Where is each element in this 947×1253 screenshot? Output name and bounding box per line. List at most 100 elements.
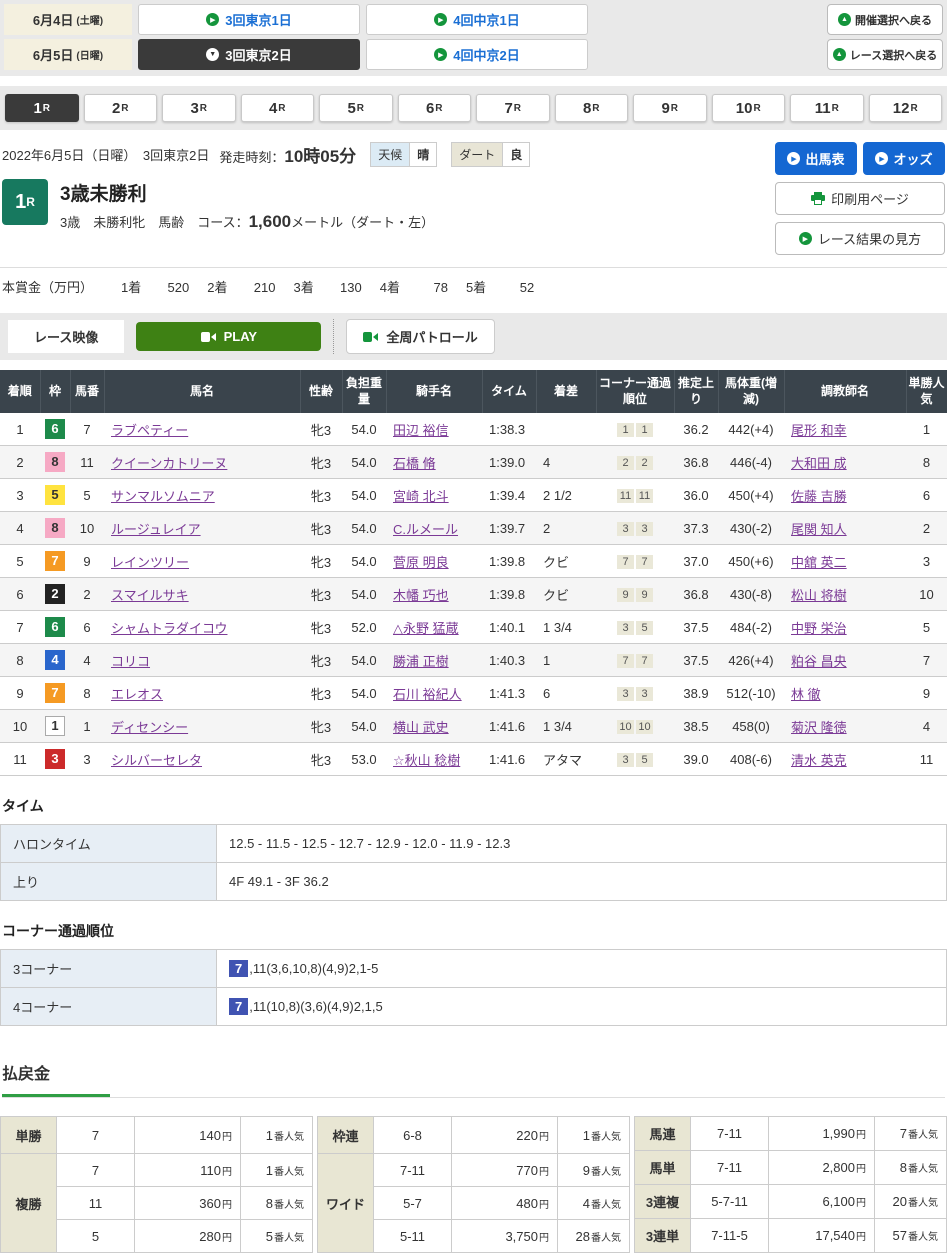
jockey-link[interactable]: 田辺 裕信 xyxy=(393,423,449,438)
meeting-button-chukyo2[interactable]: ▶ 4回中京2日 xyxy=(366,39,588,70)
horse-weight: 450(+4) xyxy=(718,479,784,512)
popularity: 57番人気 xyxy=(875,1219,947,1253)
payout-amount: 360円 xyxy=(135,1187,241,1220)
margin: 6 xyxy=(536,677,596,710)
payout-amount: 220円 xyxy=(452,1117,558,1154)
tab-1r[interactable]: 1R xyxy=(5,94,79,122)
horse-weight: 458(0) xyxy=(718,710,784,743)
trainer-link[interactable]: 尾形 和幸 xyxy=(791,423,847,438)
trainer-link[interactable]: 林 徹 xyxy=(791,687,821,702)
yen-suffix: 円 xyxy=(539,1233,549,1244)
jockey-link[interactable]: 菅原 明良 xyxy=(393,555,449,570)
column-header: 着順 xyxy=(0,370,40,413)
popularity: 5番人気 xyxy=(241,1220,313,1253)
prize-rank: 5着 xyxy=(466,280,486,295)
tab-4r[interactable]: 4R xyxy=(241,94,315,122)
corner-position: 2 xyxy=(617,456,634,470)
column-header: 枠 xyxy=(40,370,70,413)
meeting-button-tokyo2-selected[interactable]: ▼ 3回東京2日 xyxy=(138,39,360,70)
trainer-link[interactable]: 粕谷 昌央 xyxy=(791,654,847,669)
play-button[interactable]: PLAY xyxy=(136,322,321,351)
horse-name-link[interactable]: シルバーセレタ xyxy=(111,753,202,768)
horse-name-link[interactable]: エレオス xyxy=(111,687,163,702)
trainer-cell: 大和田 成 xyxy=(784,446,906,479)
horse-name-link[interactable]: クイーンカトリーヌ xyxy=(111,456,227,471)
jockey-link[interactable]: 石橋 脩 xyxy=(393,456,436,471)
weekday-text: (日曜) xyxy=(76,47,103,62)
tab-2r[interactable]: 2R xyxy=(84,94,158,122)
jockey-link[interactable]: 横山 武史 xyxy=(393,720,449,735)
jockey-link[interactable]: C.ルメール xyxy=(393,522,458,537)
horse-name-link[interactable]: レインツリー xyxy=(111,555,189,570)
tab-5r[interactable]: 5R xyxy=(319,94,393,122)
shutsuba-button[interactable]: ▶ 出馬表 xyxy=(775,142,857,175)
race-video-label[interactable]: レース映像 xyxy=(8,320,124,353)
odds-button[interactable]: ▶ オッズ xyxy=(863,142,945,175)
corner-order-cell: 1111 xyxy=(596,479,674,512)
tab-10r[interactable]: 10R xyxy=(712,94,786,122)
trainer-link[interactable]: 尾関 知人 xyxy=(791,522,847,537)
trainer-link[interactable]: 松山 将樹 xyxy=(791,588,847,603)
trainer-link[interactable]: 佐藤 吉勝 xyxy=(791,489,847,504)
tab-suffix: R xyxy=(671,103,678,114)
trainer-link[interactable]: 中舘 英二 xyxy=(791,555,847,570)
popularity: 1番人気 xyxy=(241,1117,313,1154)
finish-time: 1:41.6 xyxy=(482,743,536,776)
payout-row: 馬単7-112,800円8番人気 xyxy=(635,1151,947,1185)
yen-suffix: 円 xyxy=(539,1167,549,1178)
tab-3r[interactable]: 3R xyxy=(162,94,236,122)
tab-number: 11 xyxy=(815,100,831,117)
column-header: 馬番 xyxy=(70,370,104,413)
trainer-link[interactable]: 菊沢 隆徳 xyxy=(791,720,847,735)
shutsuba-label: 出馬表 xyxy=(805,149,844,168)
jockey-link[interactable]: 宮崎 北斗 xyxy=(393,489,449,504)
corner-position: 10 xyxy=(617,720,634,734)
horse-name-link[interactable]: ルージュレイア xyxy=(111,522,201,537)
back-to-meeting-select-button[interactable]: ▲ 開催選択へ戻る xyxy=(827,4,943,35)
trainer-link[interactable]: 大和田 成 xyxy=(791,456,847,471)
tab-6r[interactable]: 6R xyxy=(398,94,472,122)
jockey-link[interactable]: ☆秋山 稔樹 xyxy=(393,753,460,768)
tab-9r[interactable]: 9R xyxy=(633,94,707,122)
results-guide-button[interactable]: ▶ レース結果の見方 xyxy=(775,222,945,255)
table-row: 766シャムトラダイコウ牝352.0△永野 猛蔵1:40.11 3/43537.… xyxy=(0,611,947,644)
trainer-link[interactable]: 中野 栄治 xyxy=(791,621,847,636)
trainer-cell: 佐藤 吉勝 xyxy=(784,479,906,512)
race-title-block: 3歳未勝利 3歳 未勝利牝 馬齢 コース：1,600メートル（ダート・左） xyxy=(60,179,434,232)
horse-name-link[interactable]: スマイルサキ xyxy=(111,588,189,603)
horse-name-link[interactable]: シャムトラダイコウ xyxy=(111,621,227,636)
jockey-link[interactable]: 勝浦 正樹 xyxy=(393,654,449,669)
meeting-label: 4回中京1日 xyxy=(453,10,519,29)
horse-name-link[interactable]: サンマルソムニア xyxy=(111,489,215,504)
arrow-up-icon: ▲ xyxy=(838,13,851,26)
waku-cell: 2 xyxy=(40,578,70,611)
last-3f-time: 36.0 xyxy=(674,479,718,512)
yen-suffix: 円 xyxy=(856,1130,866,1141)
print-page-button[interactable]: 印刷用ページ xyxy=(775,182,945,215)
last-3f-time: 37.5 xyxy=(674,611,718,644)
trainer-link[interactable]: 清水 英克 xyxy=(791,753,847,768)
tab-12r[interactable]: 12R xyxy=(869,94,943,122)
horse-name-link[interactable]: ディセンシー xyxy=(111,720,188,735)
meeting-button-chukyo1[interactable]: ▶ 4回中京1日 xyxy=(366,4,588,35)
corner-order-cell: 1010 xyxy=(596,710,674,743)
win-popularity: 1 xyxy=(906,413,947,446)
tab-11r[interactable]: 11R xyxy=(790,94,864,122)
win-popularity: 9 xyxy=(906,677,947,710)
jockey-link[interactable]: 石川 裕紀人 xyxy=(393,687,462,702)
jockey-link[interactable]: △永野 猛蔵 xyxy=(393,621,459,636)
corner-order-cell: 77 xyxy=(596,545,674,578)
meeting-button-tokyo1[interactable]: ▶ 3回東京1日 xyxy=(138,4,360,35)
tab-8r[interactable]: 8R xyxy=(555,94,629,122)
back-to-race-select-button[interactable]: ▲ レース選択へ戻る xyxy=(827,39,943,70)
horse-name-link[interactable]: ラブペティー xyxy=(111,423,188,438)
play-label: PLAY xyxy=(224,329,257,344)
column-header: 負担重量 xyxy=(342,370,386,413)
jockey-link[interactable]: 木幡 巧也 xyxy=(393,588,449,603)
patrol-video-button[interactable]: 全周パトロール xyxy=(346,319,494,354)
tab-7r[interactable]: 7R xyxy=(476,94,550,122)
horse-name-link[interactable]: コリコ xyxy=(111,654,150,669)
margin xyxy=(536,413,596,446)
horse-name-cell: スマイルサキ xyxy=(104,578,300,611)
finish-position: 3 xyxy=(0,479,40,512)
